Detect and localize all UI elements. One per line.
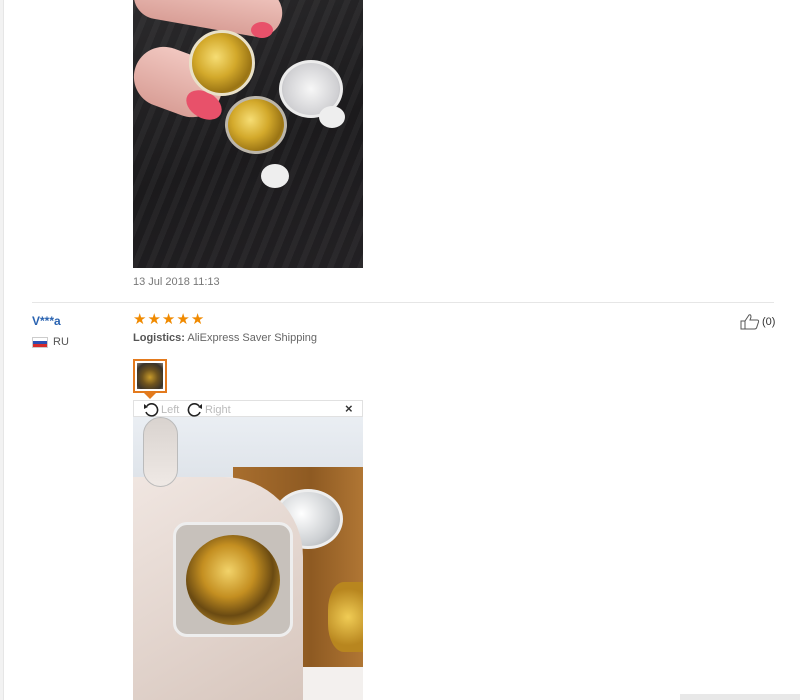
flag-icon	[32, 336, 48, 348]
helpful-button[interactable]: (0)	[740, 314, 775, 330]
photo-fingernail	[143, 417, 178, 487]
page-left-edge	[0, 0, 4, 700]
rotate-right-icon	[187, 403, 202, 417]
star-icon: ★	[190, 311, 205, 328]
review-photo-2-enlarged[interactable]	[133, 417, 363, 700]
applicator-sponge	[261, 164, 289, 188]
logistics-label: Logistics:	[133, 332, 185, 344]
star-icon: ★	[147, 311, 161, 328]
rating-stars: ★ ★ ★ ★ ★	[133, 312, 204, 328]
star-icon: ★	[133, 311, 147, 328]
review-date: 13 Jul 2018 11:13	[133, 276, 220, 288]
star-icon: ★	[176, 311, 190, 328]
rotate-right-label: Right	[205, 403, 231, 416]
gold-powder-jar	[225, 96, 287, 154]
applicator-sponge	[319, 106, 345, 128]
chameleon-powder-jar	[173, 522, 293, 637]
photo-viewer-toolbar: Left Right ×	[133, 400, 363, 417]
jar-contents	[186, 535, 280, 625]
rotate-left-button[interactable]: Left	[143, 402, 179, 417]
reviewer-country: RU	[32, 336, 69, 348]
logistics-info: Logistics: AliExpress Saver Shipping	[133, 332, 317, 344]
thumbnail-selected-arrow	[144, 393, 156, 399]
helpful-count: (0)	[762, 316, 776, 328]
reviewer-name[interactable]: V***a	[32, 314, 61, 328]
star-icon: ★	[161, 311, 176, 328]
rotate-left-icon	[144, 403, 159, 417]
gold-powder-jar	[189, 30, 255, 96]
rotate-left-label: Left	[161, 403, 180, 416]
review-photo-thumbnail[interactable]	[133, 359, 167, 393]
review-photo-1[interactable]	[133, 0, 363, 268]
photo-nail	[251, 22, 273, 38]
thumbnail-image	[137, 363, 163, 389]
close-icon[interactable]: ×	[345, 401, 353, 416]
review-divider	[32, 302, 774, 303]
thumbs-up-icon	[740, 314, 760, 330]
country-code: RU	[53, 336, 69, 348]
horizontal-scrollbar[interactable]	[680, 694, 800, 700]
gold-powder-jar	[328, 582, 363, 652]
rotate-right-button[interactable]: Right	[187, 402, 231, 417]
logistics-value: AliExpress Saver Shipping	[187, 332, 318, 344]
